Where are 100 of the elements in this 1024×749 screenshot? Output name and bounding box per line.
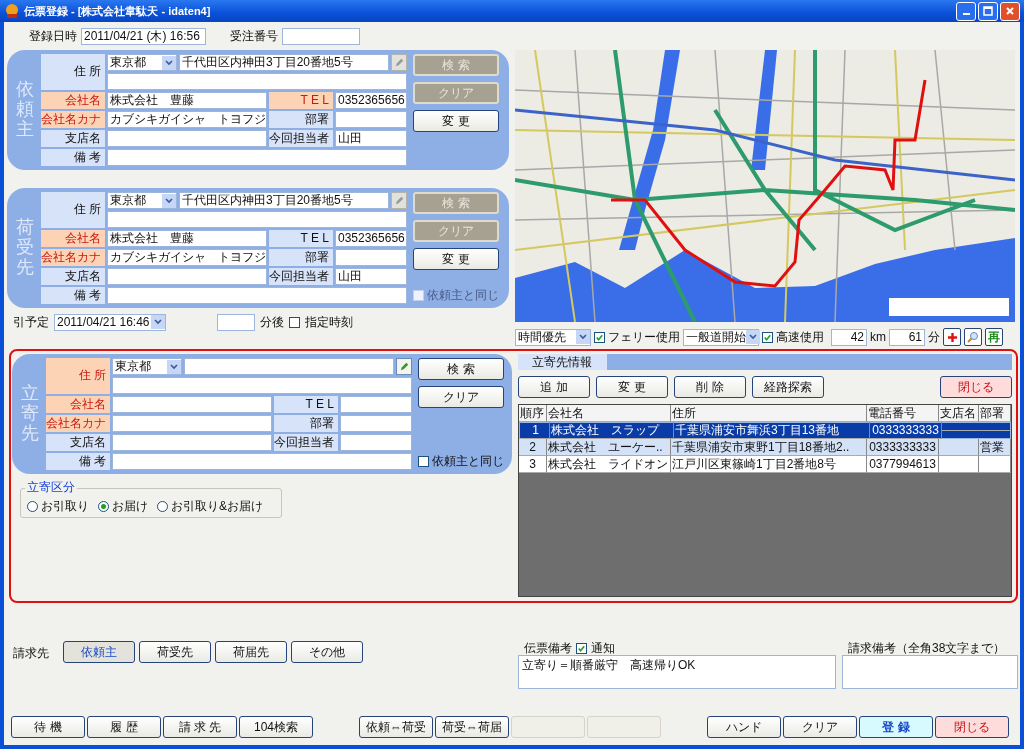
checkbox[interactable] bbox=[418, 456, 429, 467]
field-label: 伝票備考 bbox=[524, 639, 572, 657]
minimize-button[interactable] bbox=[956, 1, 976, 21]
list-button[interactable]: 閉じる bbox=[940, 376, 1012, 398]
input-field[interactable] bbox=[112, 396, 272, 413]
field-label: 今回担当者 bbox=[269, 268, 333, 285]
input-field[interactable]: 千代田区内神田3丁目20番地5号 bbox=[179, 54, 389, 71]
input-field[interactable] bbox=[107, 268, 267, 285]
input-field[interactable] bbox=[340, 434, 412, 451]
input-field[interactable] bbox=[107, 287, 407, 304]
checkbox[interactable] bbox=[762, 331, 773, 343]
footer-button[interactable]: 請 求 先 bbox=[163, 716, 237, 738]
start-select[interactable]: 一般道開始 bbox=[683, 328, 759, 346]
checkbox-label: 依頼主と同じ bbox=[427, 287, 499, 304]
date-select[interactable]: 2011/04/21 16:46 bbox=[54, 313, 166, 331]
input-field[interactable]: 0352365656 bbox=[335, 92, 407, 109]
checkbox[interactable] bbox=[289, 316, 300, 328]
input-field[interactable] bbox=[107, 211, 407, 228]
radio-button[interactable] bbox=[98, 500, 109, 512]
edit-button[interactable] bbox=[391, 54, 407, 71]
input-field[interactable] bbox=[335, 111, 407, 128]
billing-button[interactable]: 依頼主 bbox=[63, 641, 135, 663]
input-field[interactable]: 山田 bbox=[335, 268, 407, 285]
tab[interactable]: 立寄先情報 bbox=[518, 354, 607, 370]
table-row[interactable]: 1 株式会社 スラップ 千葉県浦安市舞浜3丁目13番地 0333333333 bbox=[519, 422, 1011, 439]
input-field[interactable] bbox=[112, 415, 272, 432]
edit-button[interactable] bbox=[396, 358, 412, 375]
app-icon bbox=[4, 3, 20, 19]
billing-button[interactable]: 荷届先 bbox=[215, 641, 287, 663]
list-button[interactable]: 変 更 bbox=[596, 376, 668, 398]
input-field[interactable]: 千代田区内神田3丁目20番地5号 bbox=[179, 192, 389, 209]
input-field[interactable] bbox=[112, 434, 272, 451]
footer-button[interactable]: クリア bbox=[783, 716, 857, 738]
billing-button[interactable]: 荷受先 bbox=[139, 641, 211, 663]
zoom-in-button[interactable] bbox=[943, 328, 961, 346]
input-field[interactable]: 0352365656 bbox=[335, 230, 407, 247]
billing-remarks-field[interactable] bbox=[842, 655, 1018, 689]
table-cell: 3 bbox=[519, 456, 547, 473]
input-field[interactable] bbox=[340, 396, 412, 413]
input-field[interactable] bbox=[184, 358, 394, 375]
field-label: 支店名 bbox=[41, 130, 105, 147]
checkbox[interactable] bbox=[594, 331, 605, 343]
footer-button[interactable]: 荷受⇔荷届 bbox=[435, 716, 509, 738]
footer-button[interactable]: 待 機 bbox=[11, 716, 85, 738]
footer-button[interactable]: 履 歴 bbox=[87, 716, 161, 738]
panel-button[interactable]: クリア bbox=[418, 386, 504, 408]
table-row[interactable]: 3 株式会社 ライドオン 江戸川区東篠崎1丁目2番地8号 0377994613 bbox=[519, 456, 1011, 473]
input-field[interactable]: 山田 bbox=[335, 130, 407, 147]
field-label: 備 考 bbox=[41, 287, 105, 304]
time-field[interactable]: 61 bbox=[889, 328, 925, 346]
remarks-field[interactable]: 立寄り＝順番厳守 高速帰りOK bbox=[518, 655, 836, 689]
input-field[interactable]: カブシキガイシャ トヨフジ bbox=[107, 111, 267, 128]
pencil-icon bbox=[398, 361, 410, 372]
prefecture-select[interactable]: 東京都 bbox=[107, 54, 177, 71]
input-field[interactable] bbox=[112, 453, 412, 470]
caret-icon bbox=[167, 359, 181, 374]
input-field[interactable] bbox=[107, 130, 267, 147]
list-button[interactable]: 削 除 bbox=[674, 376, 746, 398]
distance-field[interactable]: 42 bbox=[831, 328, 867, 346]
input-field[interactable] bbox=[107, 73, 407, 90]
radio-button[interactable] bbox=[27, 500, 38, 512]
footer-button[interactable]: 閉じる bbox=[935, 716, 1009, 738]
checkbox-label: 指定時刻 bbox=[305, 313, 353, 331]
list-button[interactable]: 追 加 bbox=[518, 376, 590, 398]
panel-button[interactable]: 検 索 bbox=[418, 358, 504, 380]
billing-button[interactable]: その他 bbox=[291, 641, 363, 663]
panel-button[interactable]: 変 更 bbox=[413, 110, 499, 132]
footer-button[interactable]: 登 録 bbox=[859, 716, 933, 738]
redraw-button[interactable]: 再 bbox=[985, 328, 1003, 346]
input-field[interactable]: 株式会社 豊藤 bbox=[107, 92, 267, 109]
minutes-field[interactable] bbox=[217, 313, 255, 331]
group-title: 立寄区分 bbox=[25, 480, 77, 494]
input-field[interactable]: カブシキガイシャ トヨフジ bbox=[107, 249, 267, 266]
list-button[interactable]: 経路探索 bbox=[752, 376, 824, 398]
input-field[interactable]: 株式会社 豊藤 bbox=[107, 230, 267, 247]
edit-button[interactable] bbox=[391, 192, 407, 209]
field-label: 部署 bbox=[274, 415, 338, 432]
footer-button[interactable]: ハンド bbox=[707, 716, 781, 738]
unit-label: km bbox=[870, 330, 886, 344]
checkbox[interactable] bbox=[576, 642, 587, 654]
field-label: 今回担当者 bbox=[269, 130, 333, 147]
prefecture-select[interactable]: 東京都 bbox=[112, 358, 182, 375]
search-button[interactable] bbox=[964, 328, 982, 346]
input-field[interactable] bbox=[335, 249, 407, 266]
caret-icon bbox=[162, 193, 176, 208]
radio-button[interactable] bbox=[157, 500, 168, 512]
input-field[interactable] bbox=[107, 149, 407, 166]
prefecture-select[interactable]: 東京都 bbox=[107, 192, 177, 209]
priority-select[interactable]: 時間優先 bbox=[515, 328, 591, 346]
input-field[interactable] bbox=[112, 377, 412, 394]
maximize-button[interactable] bbox=[978, 1, 998, 21]
footer-button[interactable]: 依頼⇔荷受 bbox=[359, 716, 433, 738]
panel-button[interactable]: 変 更 bbox=[413, 248, 499, 270]
close-button[interactable] bbox=[1000, 1, 1020, 21]
table-row[interactable]: 2 株式会社 ユーケー.. 千葉県浦安市東野1丁目18番地2.. 0333333333 営業 bbox=[519, 439, 1011, 456]
order-number-field[interactable] bbox=[282, 28, 360, 45]
date-field[interactable]: 2011/04/21 (木) 16:56 bbox=[81, 28, 206, 45]
footer-button[interactable]: 104検索 bbox=[239, 716, 313, 738]
input-field[interactable] bbox=[340, 415, 412, 432]
checkbox-label: フェリー使用 bbox=[608, 328, 680, 346]
